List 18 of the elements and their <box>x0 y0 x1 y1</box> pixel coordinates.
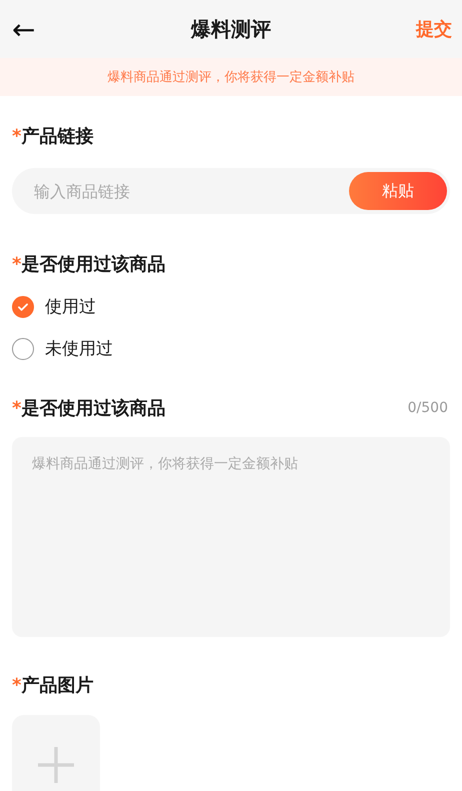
notice-text: 爆料商品通过测评，你将获得一定金额补贴 <box>108 69 354 86</box>
plus-icon <box>36 745 76 785</box>
option-label[interactable]: 未使用过 <box>45 337 113 360</box>
required-mark: * <box>12 126 22 147</box>
required-mark: * <box>12 675 22 696</box>
review-text-area[interactable]: 爆料商品通过测评，你将获得一定金额补贴 <box>12 437 450 637</box>
required-mark: * <box>12 254 22 275</box>
back-button[interactable]: ← <box>8 12 40 46</box>
section-label: 是否使用过该商品 <box>21 254 166 275</box>
radio-button[interactable] <box>12 296 34 318</box>
radio-button[interactable] <box>12 338 34 360</box>
character-counter: 0/500 <box>408 400 449 416</box>
section-label: 产品链接 <box>21 126 94 147</box>
section-label: 产品图片 <box>21 675 94 696</box>
page-title: 爆料测评 <box>191 16 271 42</box>
required-mark: * <box>12 398 22 419</box>
section-label: 是否使用过该商品 <box>21 398 166 419</box>
option-label[interactable]: 使用过 <box>45 295 96 318</box>
